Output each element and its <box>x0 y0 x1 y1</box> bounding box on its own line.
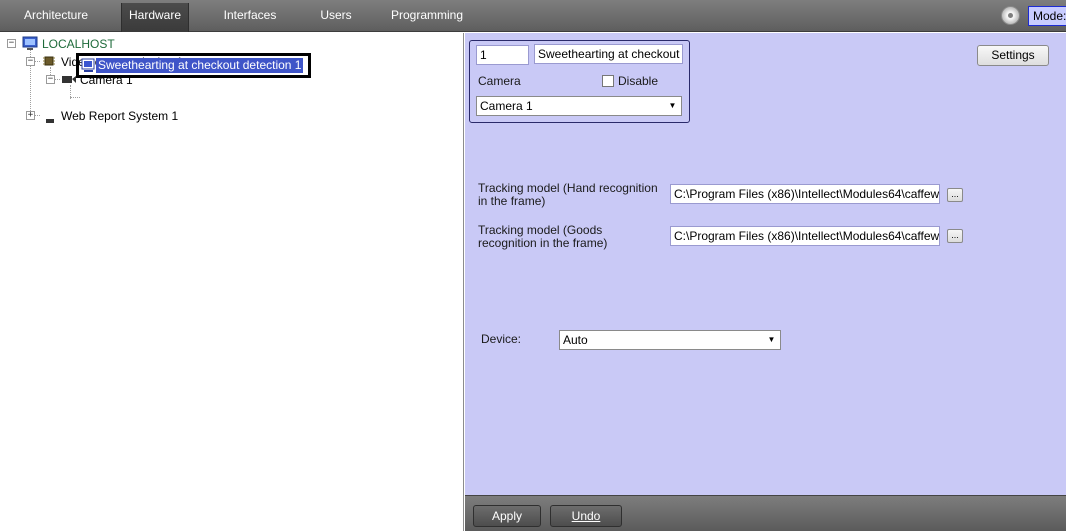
device-select[interactable]: Auto ▼ <box>559 330 781 350</box>
tree-node-localhost[interactable]: LOCALHOST <box>42 36 115 52</box>
browse-hand-button[interactable]: ... <box>947 188 963 202</box>
tab-users[interactable]: Users <box>310 0 362 31</box>
tracking-hand-label: Tracking model (Hand recognition in the … <box>478 181 658 208</box>
camera-select-value: Camera 1 <box>480 99 533 113</box>
tab-architecture[interactable]: Architecture <box>14 0 98 31</box>
tree-node-sweethearting-detection[interactable]: Sweethearting at checkout detection 1 <box>96 58 304 73</box>
camera-icon <box>61 73 77 88</box>
tracking-hand-path-field[interactable]: C:\Program Files (x86)\Intellect\Modules… <box>670 184 940 204</box>
camera-select[interactable]: Camera 1 ▼ <box>476 96 682 116</box>
tree-node-web-report-system[interactable]: Web Report System 1 <box>61 108 178 124</box>
apply-button[interactable]: Apply <box>473 505 541 527</box>
computer-icon <box>22 36 38 54</box>
chip-icon <box>42 54 56 71</box>
top-tab-bar: Architecture Hardware Interfaces Users P… <box>0 0 1066 32</box>
browse-goods-button[interactable]: ... <box>947 229 963 243</box>
collapse-toggle[interactable]: − <box>26 57 35 66</box>
camera-label: Camera <box>478 74 521 88</box>
collapse-toggle[interactable]: − <box>7 39 16 48</box>
disable-label: Disable <box>618 74 659 88</box>
tracking-goods-label: Tracking model (Goods recognition in the… <box>478 223 608 250</box>
settings-button[interactable]: Settings <box>977 45 1049 66</box>
tree-connector <box>70 97 80 98</box>
mode-indicator[interactable]: Mode: <box>1028 6 1066 26</box>
detector-icon <box>81 58 96 76</box>
disable-checkbox[interactable] <box>602 75 614 87</box>
object-id-field[interactable]: 1 <box>476 45 529 65</box>
tab-programming[interactable]: Programming <box>387 0 467 31</box>
object-name-field[interactable]: Sweethearting at checkout de <box>534 44 683 64</box>
tab-interfaces[interactable]: Interfaces <box>216 0 284 31</box>
gear-icon[interactable] <box>1001 6 1020 25</box>
collapse-toggle[interactable]: − <box>46 75 55 84</box>
chevron-down-icon: ▼ <box>668 101 677 110</box>
undo-button[interactable]: Undo <box>550 505 622 527</box>
device-label: Device: <box>481 332 522 346</box>
tab-hardware[interactable]: Hardware <box>121 3 189 32</box>
device-select-value: Auto <box>563 333 588 347</box>
expand-toggle[interactable]: + <box>26 111 35 120</box>
chevron-down-icon: ▼ <box>767 335 776 344</box>
tracking-goods-path-field[interactable]: C:\Program Files (x86)\Intellect\Modules… <box>670 226 940 246</box>
hardware-tree: − LOCALHOST − Video capture device 1 − C… <box>0 33 464 531</box>
report-icon <box>44 113 56 127</box>
